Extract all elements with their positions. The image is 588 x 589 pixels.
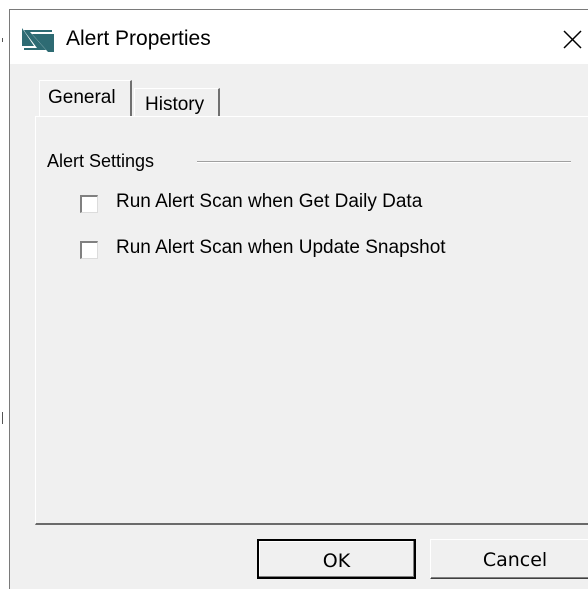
background-tick	[2, 38, 3, 42]
background-tick	[2, 412, 3, 424]
alert-properties-dialog: Alert Properties General History Alert S…	[9, 9, 588, 589]
ok-button[interactable]: OK	[257, 539, 416, 579]
general-tab-panel	[35, 116, 588, 525]
group-divider	[197, 161, 571, 163]
alert-settings-group-label: Alert Settings	[47, 151, 155, 171]
update-snapshot-checkbox[interactable]	[80, 241, 98, 259]
get-daily-data-label: Run Alert Scan when Get Daily Data	[116, 191, 423, 212]
app-logo-icon	[22, 28, 54, 52]
update-snapshot-label: Run Alert Scan when Update Snapshot	[116, 237, 446, 258]
tab-general[interactable]: General	[39, 80, 132, 116]
tab-general-label: General	[48, 87, 116, 108]
get-daily-data-checkbox[interactable]	[80, 195, 98, 213]
cancel-button[interactable]: Cancel	[430, 539, 588, 579]
close-icon[interactable]	[554, 24, 588, 54]
title-bar: Alert Properties	[10, 10, 588, 64]
tab-history[interactable]: History	[134, 88, 220, 116]
tab-history-label: History	[145, 94, 205, 115]
window-title: Alert Properties	[66, 27, 211, 50]
